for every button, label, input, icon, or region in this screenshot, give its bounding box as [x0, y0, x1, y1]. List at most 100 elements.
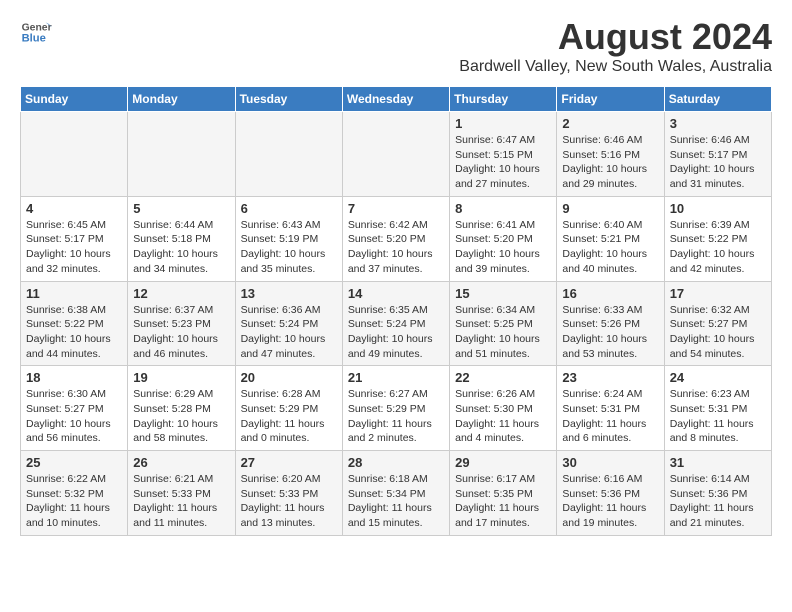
calendar-body: 1Sunrise: 6:47 AMSunset: 5:15 PMDaylight…: [21, 112, 772, 536]
page-header: General Blue August 2024 Bardwell Valley…: [20, 16, 772, 76]
calendar-cell: 28 Sunrise: 6:18 AMSunset: 5:34 PMDayligh…: [342, 451, 449, 536]
day-info: Sunrise: 6:17 AMSunset: 5:35 PMDaylight:…: [455, 472, 551, 531]
day-of-week-thursday: Thursday: [450, 87, 557, 112]
calendar-cell: 31Sunrise: 6:14 AMSunset: 5:36 PMDayligh…: [664, 451, 771, 536]
subtitle: Bardwell Valley, New South Wales, Austra…: [459, 58, 772, 76]
day-info: Sunrise: 6:39 AMSunset: 5:22 PMDaylight:…: [670, 218, 766, 277]
day-info: Sunrise: 6:16 AMSunset: 5:36 PMDaylight:…: [562, 472, 658, 531]
day-number: 3: [670, 116, 766, 131]
day-info: Sunrise: 6:38 AMSunset: 5:22 PMDaylight:…: [26, 303, 122, 362]
day-info: Sunrise: 6:14 AMSunset: 5:36 PMDaylight:…: [670, 472, 766, 531]
calendar-cell: 9 Sunrise: 6:40 AMSunset: 5:21 PMDaylight…: [557, 196, 664, 281]
day-number: 22: [455, 370, 551, 385]
calendar-cell: 7 Sunrise: 6:42 AMSunset: 5:20 PMDaylight…: [342, 196, 449, 281]
calendar-cell: 17Sunrise: 6:32 AMSunset: 5:27 PMDayligh…: [664, 281, 771, 366]
day-number: 29: [455, 455, 551, 470]
day-info: Sunrise: 6:42 AMSunset: 5:20 PMDaylight:…: [348, 218, 444, 277]
calendar-cell: [342, 112, 449, 197]
calendar-cell: 12 Sunrise: 6:37 AMSunset: 5:23 PMDayligh…: [128, 281, 235, 366]
calendar-cell: 21 Sunrise: 6:27 AMSunset: 5:29 PMDayligh…: [342, 366, 449, 451]
day-info: Sunrise: 6:46 AMSunset: 5:17 PMDaylight:…: [670, 133, 766, 192]
calendar-cell: 22Sunrise: 6:26 AMSunset: 5:30 PMDayligh…: [450, 366, 557, 451]
day-of-week-saturday: Saturday: [664, 87, 771, 112]
day-of-week-wednesday: Wednesday: [342, 87, 449, 112]
calendar-cell: 25 Sunrise: 6:22 AMSunset: 5:32 PMDayligh…: [21, 451, 128, 536]
day-info: Sunrise: 6:28 AMSunset: 5:29 PMDaylight:…: [241, 387, 337, 446]
calendar-week-row: 18Sunrise: 6:30 AMSunset: 5:27 PMDayligh…: [21, 366, 772, 451]
day-info: Sunrise: 6:37 AMSunset: 5:23 PMDaylight:…: [133, 303, 229, 362]
day-info: Sunrise: 6:45 AMSunset: 5:17 PMDaylight:…: [26, 218, 122, 277]
day-number: 18: [26, 370, 122, 385]
day-info: Sunrise: 6:34 AMSunset: 5:25 PMDaylight:…: [455, 303, 551, 362]
calendar-cell: [235, 112, 342, 197]
day-info: Sunrise: 6:32 AMSunset: 5:27 PMDaylight:…: [670, 303, 766, 362]
calendar-week-row: 1Sunrise: 6:47 AMSunset: 5:15 PMDaylight…: [21, 112, 772, 197]
day-number: 24: [670, 370, 766, 385]
day-number: 4: [26, 201, 122, 216]
day-number: 9: [562, 201, 658, 216]
day-info: Sunrise: 6:18 AMSunset: 5:34 PMDaylight:…: [348, 472, 444, 531]
day-number: 7: [348, 201, 444, 216]
calendar-week-row: 25 Sunrise: 6:22 AMSunset: 5:32 PMDayligh…: [21, 451, 772, 536]
day-number: 1: [455, 116, 551, 131]
day-info: Sunrise: 6:35 AMSunset: 5:24 PMDaylight:…: [348, 303, 444, 362]
day-number: 27: [241, 455, 337, 470]
calendar-cell: 5 Sunrise: 6:44 AMSunset: 5:18 PMDaylight…: [128, 196, 235, 281]
calendar-cell: 20 Sunrise: 6:28 AMSunset: 5:29 PMDayligh…: [235, 366, 342, 451]
calendar-cell: 29 Sunrise: 6:17 AMSunset: 5:35 PMDayligh…: [450, 451, 557, 536]
day-info: Sunrise: 6:27 AMSunset: 5:29 PMDaylight:…: [348, 387, 444, 446]
calendar-cell: [128, 112, 235, 197]
day-info: Sunrise: 6:20 AMSunset: 5:33 PMDaylight:…: [241, 472, 337, 531]
calendar-cell: 1Sunrise: 6:47 AMSunset: 5:15 PMDaylight…: [450, 112, 557, 197]
title-block: August 2024 Bardwell Valley, New South W…: [459, 16, 772, 76]
calendar-cell: 24 Sunrise: 6:23 AMSunset: 5:31 PMDayligh…: [664, 366, 771, 451]
day-number: 11: [26, 286, 122, 301]
day-number: 2: [562, 116, 658, 131]
calendar-cell: 8 Sunrise: 6:41 AMSunset: 5:20 PMDaylight…: [450, 196, 557, 281]
calendar-cell: 30Sunrise: 6:16 AMSunset: 5:36 PMDayligh…: [557, 451, 664, 536]
calendar-header: SundayMondayTuesdayWednesdayThursdayFrid…: [21, 87, 772, 112]
calendar-cell: 14 Sunrise: 6:35 AMSunset: 5:24 PMDayligh…: [342, 281, 449, 366]
day-number: 14: [348, 286, 444, 301]
day-number: 23: [562, 370, 658, 385]
calendar-cell: 6 Sunrise: 6:43 AMSunset: 5:19 PMDaylight…: [235, 196, 342, 281]
day-number: 13: [241, 286, 337, 301]
calendar-cell: 18Sunrise: 6:30 AMSunset: 5:27 PMDayligh…: [21, 366, 128, 451]
day-number: 15: [455, 286, 551, 301]
calendar-week-row: 11 Sunrise: 6:38 AMSunset: 5:22 PMDayligh…: [21, 281, 772, 366]
day-info: Sunrise: 6:29 AMSunset: 5:28 PMDaylight:…: [133, 387, 229, 446]
calendar-cell: 19 Sunrise: 6:29 AMSunset: 5:28 PMDayligh…: [128, 366, 235, 451]
calendar-cell: 13 Sunrise: 6:36 AMSunset: 5:24 PMDayligh…: [235, 281, 342, 366]
svg-text:General: General: [22, 22, 52, 33]
main-title: August 2024: [459, 16, 772, 58]
day-number: 21: [348, 370, 444, 385]
day-number: 19: [133, 370, 229, 385]
day-number: 10: [670, 201, 766, 216]
calendar-cell: 16Sunrise: 6:33 AMSunset: 5:26 PMDayligh…: [557, 281, 664, 366]
day-info: Sunrise: 6:23 AMSunset: 5:31 PMDaylight:…: [670, 387, 766, 446]
day-info: Sunrise: 6:22 AMSunset: 5:32 PMDaylight:…: [26, 472, 122, 531]
day-number: 12: [133, 286, 229, 301]
day-info: Sunrise: 6:44 AMSunset: 5:18 PMDaylight:…: [133, 218, 229, 277]
logo: General Blue: [20, 16, 52, 48]
day-info: Sunrise: 6:41 AMSunset: 5:20 PMDaylight:…: [455, 218, 551, 277]
day-info: Sunrise: 6:43 AMSunset: 5:19 PMDaylight:…: [241, 218, 337, 277]
calendar-cell: 26Sunrise: 6:21 AMSunset: 5:33 PMDayligh…: [128, 451, 235, 536]
day-info: Sunrise: 6:36 AMSunset: 5:24 PMDaylight:…: [241, 303, 337, 362]
calendar-cell: [21, 112, 128, 197]
day-number: 20: [241, 370, 337, 385]
day-of-week-tuesday: Tuesday: [235, 87, 342, 112]
day-info: Sunrise: 6:40 AMSunset: 5:21 PMDaylight:…: [562, 218, 658, 277]
day-number: 28: [348, 455, 444, 470]
calendar-cell: 11 Sunrise: 6:38 AMSunset: 5:22 PMDayligh…: [21, 281, 128, 366]
calendar-cell: 15 Sunrise: 6:34 AMSunset: 5:25 PMDayligh…: [450, 281, 557, 366]
calendar-cell: 4 Sunrise: 6:45 AMSunset: 5:17 PMDaylight…: [21, 196, 128, 281]
day-number: 25: [26, 455, 122, 470]
day-info: Sunrise: 6:33 AMSunset: 5:26 PMDaylight:…: [562, 303, 658, 362]
calendar-table: SundayMondayTuesdayWednesdayThursdayFrid…: [20, 86, 772, 536]
day-number: 5: [133, 201, 229, 216]
day-of-week-sunday: Sunday: [21, 87, 128, 112]
day-number: 6: [241, 201, 337, 216]
day-number: 8: [455, 201, 551, 216]
calendar-cell: 3 Sunrise: 6:46 AMSunset: 5:17 PMDaylight…: [664, 112, 771, 197]
